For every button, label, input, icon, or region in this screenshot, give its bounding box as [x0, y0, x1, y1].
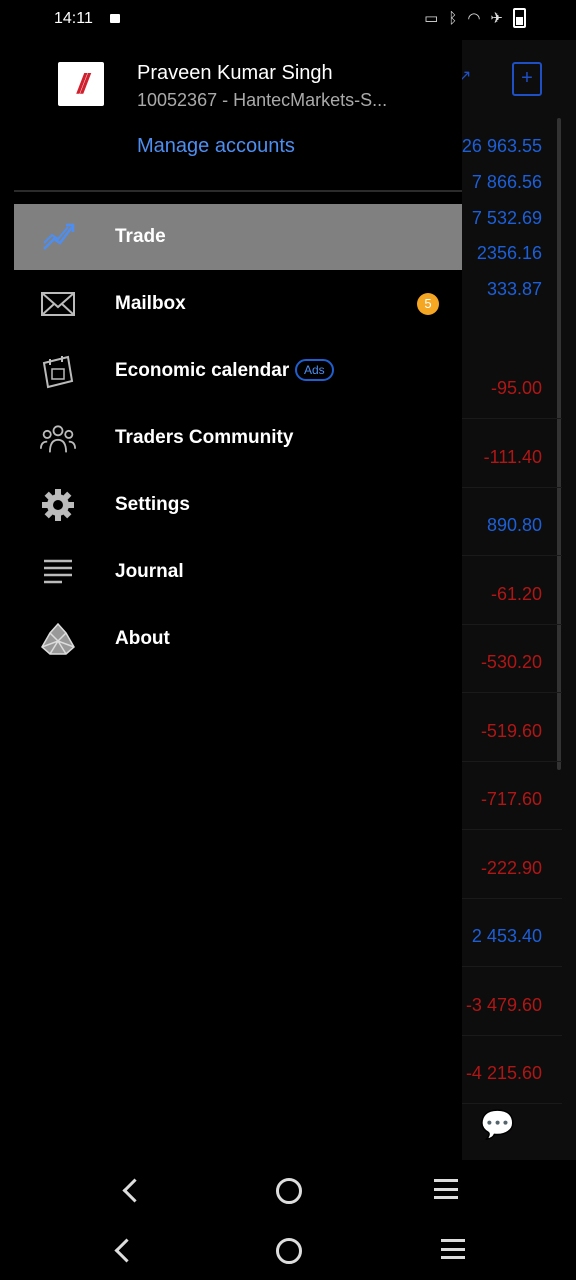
- system-back-icon[interactable]: [114, 1238, 139, 1263]
- menu-icon[interactable]: [434, 1179, 458, 1199]
- background-scrollbar: [557, 118, 561, 770]
- background-value: 7 532.69: [471, 208, 542, 228]
- menu-label-traders-community: Traders Community: [115, 427, 294, 448]
- row-divider: [462, 829, 562, 830]
- menu-item-journal[interactable]: Journal: [14, 539, 462, 605]
- system-recents-icon[interactable]: [441, 1239, 465, 1259]
- menu-item-mailbox[interactable]: Mailbox 5: [14, 271, 462, 337]
- background-value: 7 866.56: [471, 172, 542, 192]
- about-icon: [40, 621, 76, 657]
- system-nav-bar: [0, 1220, 576, 1280]
- background-value: -61.20: [490, 584, 542, 604]
- back-icon[interactable]: [122, 1178, 147, 1203]
- row-divider: [462, 555, 562, 556]
- background-value: 2 453.40: [471, 926, 542, 946]
- user-name: Praveen Kumar Singh: [137, 62, 333, 84]
- row-divider: [462, 966, 562, 967]
- cast-icon: ▭: [424, 10, 439, 27]
- ads-badge: Ads: [295, 359, 334, 381]
- divider: [14, 190, 462, 192]
- menu-item-settings[interactable]: Settings: [14, 472, 462, 538]
- row-divider: [462, 761, 562, 762]
- background-value: -111.40: [483, 447, 542, 467]
- chat-icon[interactable]: 💬: [480, 1108, 515, 1140]
- journal-icon: [40, 554, 76, 590]
- menu-label-about: About: [115, 628, 170, 649]
- background-value: 26 963.55: [461, 136, 542, 156]
- community-icon: [40, 420, 76, 456]
- wifi-icon: ◠: [467, 10, 481, 27]
- background-value: -519.60: [480, 721, 542, 741]
- gear-icon: [40, 487, 76, 523]
- new-order-icon[interactable]: +: [512, 62, 542, 96]
- row-divider: [462, 898, 562, 899]
- row-divider: [462, 418, 562, 419]
- trade-chart-icon: [40, 219, 76, 255]
- battery-icon: [513, 8, 526, 28]
- menu-item-about[interactable]: About: [14, 606, 462, 672]
- airplane-icon: ✈: [490, 10, 503, 27]
- account-id: 10052367 - HantecMarkets-S...: [137, 90, 388, 110]
- status-bar: 14:11 ▭ ᛒ ◠ ✈: [0, 0, 576, 40]
- background-value: -3 479.60: [465, 995, 542, 1015]
- manage-accounts-link[interactable]: Manage accounts: [137, 135, 295, 158]
- background-value: 2356.16: [476, 243, 542, 263]
- menu-label-trade: Trade: [115, 226, 166, 247]
- menu-label-mailbox: Mailbox: [115, 293, 186, 314]
- menu-label-economic-calendar: Economic calendar: [115, 360, 290, 381]
- row-divider: [462, 1035, 562, 1036]
- row-divider: [462, 692, 562, 693]
- row-divider: [462, 1103, 562, 1104]
- background-value: -222.90: [480, 858, 542, 878]
- menu-label-settings: Settings: [115, 494, 190, 515]
- menu-label-journal: Journal: [115, 561, 184, 582]
- app-nav-bar: [0, 1160, 576, 1220]
- menu-item-economic-calendar[interactable]: Economic calendar Ads: [14, 338, 462, 404]
- background-value: 333.87: [486, 279, 542, 299]
- navigation-drawer: // Praveen Kumar Singh 10052367 - Hantec…: [0, 40, 462, 1160]
- status-icons: ▭ ᛒ ◠ ✈: [424, 8, 526, 28]
- background-value: -95.00: [490, 378, 542, 398]
- home-icon[interactable]: [276, 1178, 302, 1204]
- background-value: -4 215.60: [465, 1063, 542, 1083]
- row-divider: [462, 487, 562, 488]
- system-home-icon[interactable]: [276, 1238, 302, 1264]
- row-divider: [462, 624, 562, 625]
- background-value: 890.80: [486, 515, 542, 535]
- background-value: -530.20: [480, 652, 542, 672]
- broker-logo: //: [58, 62, 104, 106]
- calendar-icon: [40, 353, 76, 389]
- recording-icon: [110, 14, 120, 23]
- unread-badge: 5: [417, 293, 439, 315]
- broker-logo-mark: //: [77, 68, 88, 99]
- mail-icon: [40, 286, 76, 322]
- status-time: 14:11: [54, 10, 93, 27]
- bluetooth-icon: ᛒ: [448, 9, 458, 27]
- menu-item-trade[interactable]: Trade: [14, 204, 462, 270]
- background-value: -717.60: [480, 789, 542, 809]
- menu-item-traders-community[interactable]: Traders Community: [14, 405, 462, 471]
